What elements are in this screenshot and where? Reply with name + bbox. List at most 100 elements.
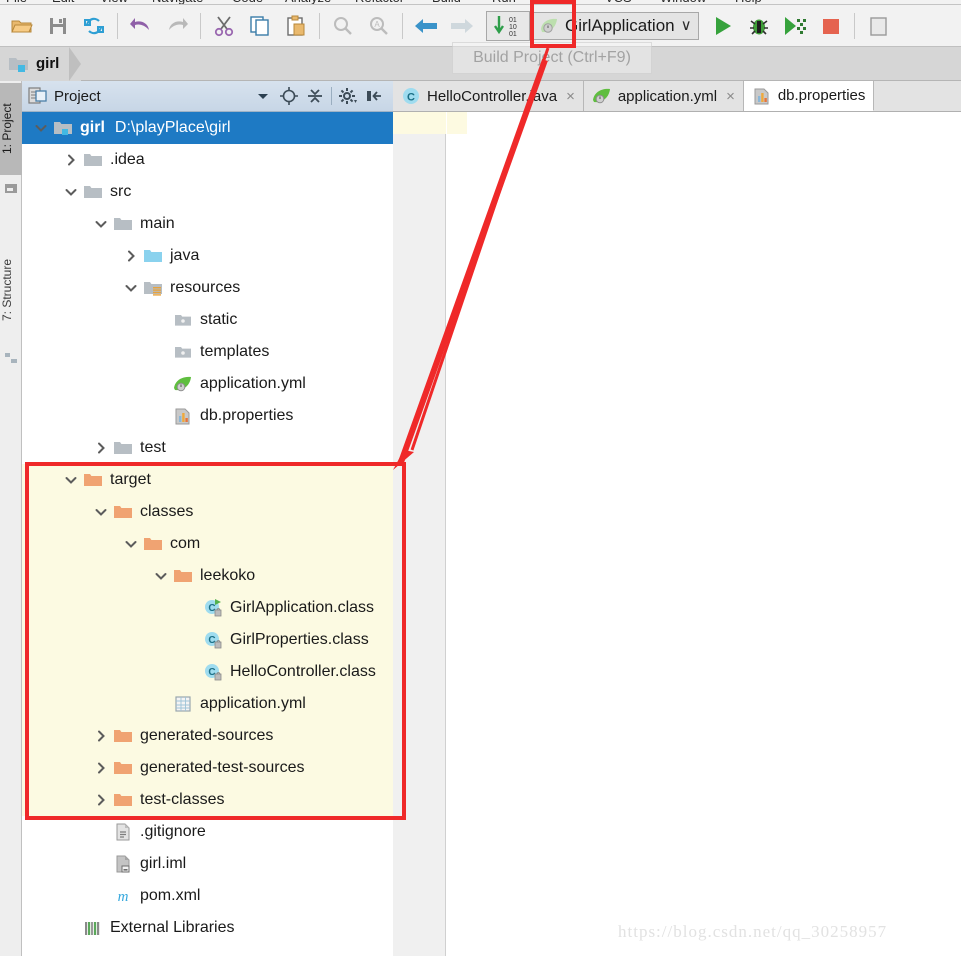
tree-row-com[interactable]: com xyxy=(22,528,393,560)
search-everywhere-button[interactable] xyxy=(860,9,896,43)
scroll-from-source-button[interactable] xyxy=(276,83,302,109)
sidebar-item-project[interactable]: 1: Project xyxy=(0,83,22,175)
tree-twisty[interactable] xyxy=(90,752,112,784)
hide-panel-button[interactable] xyxy=(361,83,387,109)
tree-row-leekoko[interactable]: leekoko xyxy=(22,560,393,592)
tree-twisty[interactable] xyxy=(60,464,82,496)
back-button[interactable] xyxy=(408,9,444,43)
synchronize-button[interactable] xyxy=(76,9,112,43)
chevron-down-icon[interactable] xyxy=(94,217,108,231)
tree-twisty[interactable] xyxy=(90,720,112,752)
tree-row-test-classes[interactable]: test-classes xyxy=(22,784,393,816)
close-icon[interactable]: × xyxy=(726,89,735,104)
stop-button[interactable] xyxy=(813,9,849,43)
chevron-down-icon[interactable] xyxy=(64,185,78,199)
tree-twisty[interactable] xyxy=(120,272,142,304)
sidebar-item-structure[interactable]: 7: Structure xyxy=(0,236,22,344)
chevron-right-icon[interactable] xyxy=(94,761,108,775)
tree-row-girl[interactable]: girl D:\playPlace\girl xyxy=(22,112,393,144)
chevron-down-icon[interactable] xyxy=(124,537,138,551)
run-button[interactable] xyxy=(705,9,741,43)
tree-row-target-application-yml[interactable]: application.yml xyxy=(22,688,393,720)
tree-twisty[interactable] xyxy=(90,432,112,464)
tree-row-db-properties[interactable]: db.properties xyxy=(22,400,393,432)
chevron-right-icon[interactable] xyxy=(94,793,108,807)
menu-item-run[interactable]: Run xyxy=(492,0,516,4)
replace-button[interactable]: A xyxy=(361,9,397,43)
tree-row-girl-iml[interactable]: girl.iml xyxy=(22,848,393,880)
close-icon[interactable]: × xyxy=(566,89,575,104)
menu-item-build[interactable]: Build xyxy=(432,0,461,4)
chevron-down-icon[interactable] xyxy=(154,569,168,583)
build-project-button[interactable]: 01 10 01 xyxy=(486,10,530,41)
find-button[interactable] xyxy=(325,9,361,43)
menu-item-code[interactable]: Code xyxy=(232,0,263,4)
open-button[interactable] xyxy=(4,9,40,43)
editor-tab-hellocontroller-java[interactable]: C HelloController.java × xyxy=(393,81,584,111)
editor-gutter[interactable] xyxy=(393,112,446,956)
tree-row-resources[interactable]: resources xyxy=(22,272,393,304)
editor-tab-application-yml[interactable]: application.yml × xyxy=(583,81,744,111)
chevron-right-icon[interactable] xyxy=(94,729,108,743)
menu-item-analyze[interactable]: Analyze xyxy=(285,0,331,4)
debug-button[interactable] xyxy=(741,9,777,43)
chevron-right-icon[interactable] xyxy=(64,153,78,167)
menu-item-vcs[interactable]: VCS xyxy=(605,0,632,4)
tree-twisty[interactable] xyxy=(30,112,52,144)
save-all-button[interactable] xyxy=(40,9,76,43)
copy-button[interactable] xyxy=(242,9,278,43)
chevron-down-icon[interactable]: ∨ xyxy=(681,18,692,33)
tree-twisty[interactable] xyxy=(90,496,112,528)
undo-button[interactable] xyxy=(123,9,159,43)
tree-row-gitignore[interactable]: .gitignore xyxy=(22,816,393,848)
breadcrumb-item-project[interactable]: girl xyxy=(0,46,82,81)
collapse-all-button[interactable] xyxy=(302,83,328,109)
menu-item-edit[interactable]: Edit xyxy=(52,0,74,4)
tree-row-target[interactable]: target xyxy=(22,464,393,496)
menu-item-navigate[interactable]: Navigate xyxy=(152,0,203,4)
tree-row-java[interactable]: java xyxy=(22,240,393,272)
tree-twisty[interactable] xyxy=(60,144,82,176)
tree-row-generated-sources[interactable]: generated-sources xyxy=(22,720,393,752)
tree-twisty[interactable] xyxy=(120,240,142,272)
tree-row-static[interactable]: static xyxy=(22,304,393,336)
chevron-down-icon[interactable] xyxy=(34,121,48,135)
panel-settings-button[interactable] xyxy=(335,83,361,109)
menu-item-refactor[interactable]: Refactor xyxy=(355,0,404,4)
menu-item-window[interactable]: Window xyxy=(660,0,706,4)
tree-twisty[interactable] xyxy=(60,176,82,208)
run-configuration-selector[interactable]: GirlApplication ∨ xyxy=(532,11,699,40)
tree-row-main[interactable]: main xyxy=(22,208,393,240)
chevron-down-icon[interactable] xyxy=(64,473,78,487)
project-tree[interactable]: girl D:\playPlace\girl .idea src main java res… xyxy=(22,112,393,956)
tree-row-templates[interactable]: templates xyxy=(22,336,393,368)
menu-item-help[interactable]: Help xyxy=(735,0,762,4)
tree-row-test[interactable]: test xyxy=(22,432,393,464)
menu-item-tools[interactable]: Tools xyxy=(545,0,575,4)
tree-row-generated-test-sources[interactable]: generated-test-sources xyxy=(22,752,393,784)
tree-row-classes[interactable]: classes xyxy=(22,496,393,528)
tree-row-idea[interactable]: .idea xyxy=(22,144,393,176)
tree-row-application-yml[interactable]: application.yml xyxy=(22,368,393,400)
tree-row-src[interactable]: src xyxy=(22,176,393,208)
menu-item-file[interactable]: File xyxy=(6,0,27,4)
tree-row-pom-xml[interactable]: m pom.xml xyxy=(22,880,393,912)
tree-twisty[interactable] xyxy=(120,528,142,560)
view-mode-button[interactable] xyxy=(250,83,276,109)
tree-row-girlapplication-class[interactable]: C GirlApplication.class xyxy=(22,592,393,624)
tree-row-external-libraries[interactable]: External Libraries xyxy=(22,912,393,944)
tree-twisty[interactable] xyxy=(90,208,112,240)
chevron-down-icon[interactable] xyxy=(124,281,138,295)
menu-item-view[interactable]: View xyxy=(100,0,128,4)
paste-button[interactable] xyxy=(278,9,314,43)
cut-button[interactable] xyxy=(206,9,242,43)
tree-row-girlproperties-class[interactable]: C GirlProperties.class xyxy=(22,624,393,656)
chevron-right-icon[interactable] xyxy=(94,441,108,455)
redo-button[interactable] xyxy=(159,9,195,43)
forward-button[interactable] xyxy=(444,9,480,43)
tree-twisty[interactable] xyxy=(150,560,172,592)
run-with-coverage-button[interactable] xyxy=(777,9,813,43)
chevron-right-icon[interactable] xyxy=(124,249,138,263)
tree-twisty[interactable] xyxy=(90,784,112,816)
chevron-down-icon[interactable] xyxy=(94,505,108,519)
